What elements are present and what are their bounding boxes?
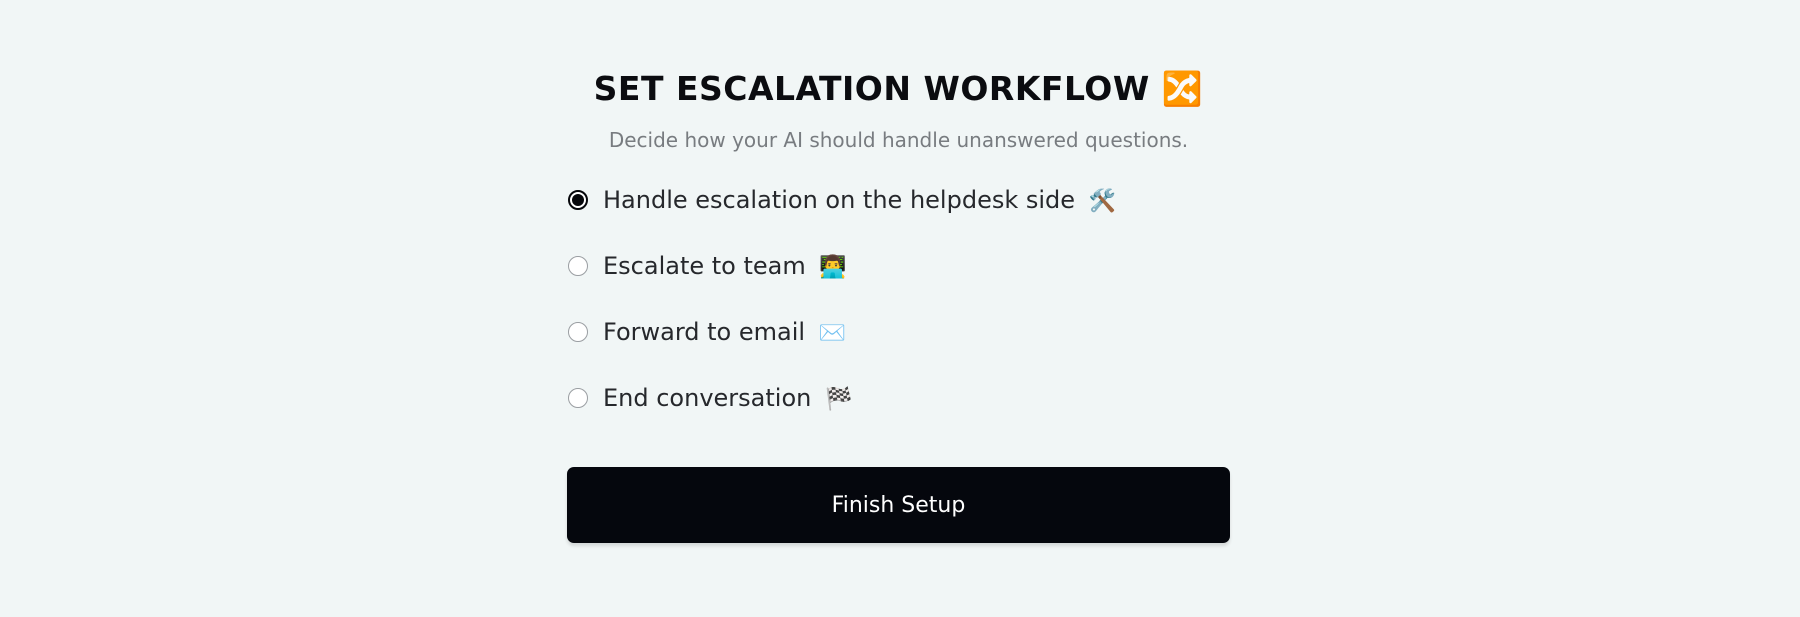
option-forward-email-label: Forward to email <box>603 318 806 346</box>
technologist-icon: 👨‍💻 <box>819 255 847 280</box>
option-end-conversation[interactable]: End conversation 🏁 <box>567 376 1230 420</box>
option-helpdesk-label: Handle escalation on the helpdesk side <box>603 186 1076 214</box>
radio-end-conversation[interactable] <box>568 388 588 408</box>
radio-escalate-team[interactable] <box>568 256 588 276</box>
escalation-options: Handle escalation on the helpdesk side 🛠… <box>567 178 1230 420</box>
page-title: SET ESCALATION WORKFLOW 🔀 <box>593 69 1204 108</box>
escalation-workflow-page: SET ESCALATION WORKFLOW 🔀 Decide how you… <box>0 0 1800 617</box>
hammer-and-wrench-icon: 🛠️ <box>1088 189 1117 214</box>
option-escalate-team[interactable]: Escalate to team 👨‍💻 <box>567 244 1230 288</box>
option-forward-email[interactable]: Forward to email ✉️ <box>567 310 1230 354</box>
radio-helpdesk[interactable] <box>568 190 588 210</box>
finish-setup-button[interactable]: Finish Setup <box>567 467 1230 543</box>
checkered-flag-icon: 🏁 <box>825 387 853 412</box>
option-escalate-team-label: Escalate to team <box>603 252 806 280</box>
setup-panel: SET ESCALATION WORKFLOW 🔀 Decide how you… <box>567 62 1230 442</box>
envelope-icon: ✉️ <box>818 321 847 346</box>
radio-forward-email[interactable] <box>568 322 588 342</box>
option-end-conversation-label: End conversation <box>603 384 812 412</box>
option-helpdesk[interactable]: Handle escalation on the helpdesk side 🛠… <box>567 178 1230 222</box>
page-subtitle: Decide how your AI should handle unanswe… <box>608 128 1189 152</box>
